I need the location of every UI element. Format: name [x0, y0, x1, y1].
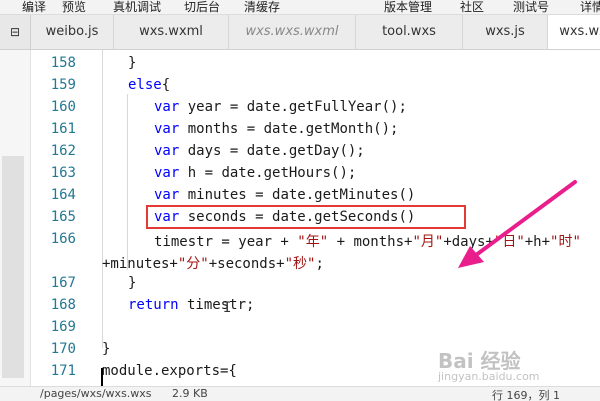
annotation-highlight-box — [146, 205, 466, 229]
toolbar-preview[interactable]: 预览 — [62, 0, 86, 14]
line-number: 171 — [50, 363, 76, 379]
tab-weibo-js[interactable]: weibo.js — [31, 15, 114, 49]
line-number: 161 — [50, 121, 76, 137]
line-number: 170 — [50, 341, 76, 357]
code-line: } — [128, 55, 137, 71]
tab-wxs-wxs-wxml[interactable]: wxs.wxs.wxml — [229, 15, 356, 49]
line-number: 159 — [50, 77, 76, 93]
code-line: } — [102, 341, 111, 357]
line-number: 166 — [50, 231, 76, 247]
mouse-ibeam-cursor-icon: I — [223, 300, 232, 316]
toolbar-version[interactable]: 版本管理 — [384, 0, 432, 14]
code-line-wrapped: +minutes+"分"+seconds+"秒"; — [102, 256, 324, 272]
line-number: 168 — [50, 297, 76, 313]
toolbar-background[interactable]: 切后台 — [184, 0, 220, 14]
code-line: else{ — [128, 77, 171, 93]
annotation-arrow-icon — [458, 180, 577, 268]
file-tree-sidebar — [0, 50, 31, 386]
code-line: var days = date.getDay(); — [154, 143, 365, 159]
top-toolbar: 编译 预览 真机调试 切后台 清缓存 版本管理 社区 测试号 详情 — [0, 0, 600, 15]
line-number: 158 — [50, 55, 76, 71]
tab-wxs-wxs-active[interactable]: wxs.wx — [548, 15, 600, 49]
status-bar: /pages/wxs/wxs.wxs 2.9 KB 行 169，列 1 — [0, 386, 600, 401]
code-line: } — [128, 275, 137, 291]
code-line: var h = date.getHours(); — [154, 165, 357, 181]
line-number: 164 — [50, 187, 76, 203]
indent-guide — [127, 94, 128, 270]
sidebar-scrollbar[interactable] — [2, 156, 24, 378]
code-line: var months = date.getMonth(); — [154, 121, 399, 137]
code-line: return timestr; — [128, 297, 255, 313]
code-editor[interactable]: 158 159 160 161 162 163 164 165 166 167 … — [30, 50, 600, 386]
line-number: 162 — [50, 143, 76, 159]
line-number: 160 — [50, 99, 76, 115]
text-caret — [101, 368, 103, 386]
tab-wxs-wxml[interactable]: wxs.wxml — [114, 15, 229, 49]
line-number: 169 — [50, 319, 76, 335]
toolbar-clear-cache[interactable]: 清缓存 — [244, 0, 280, 14]
line-number: 167 — [50, 275, 76, 291]
status-file-size: 2.9 KB — [172, 387, 208, 400]
sidebar-toggle-icon[interactable]: ⊟ — [0, 15, 31, 49]
status-cursor-position[interactable]: 行 169，列 1 — [492, 387, 560, 401]
toolbar-test-account[interactable]: 测试号 — [513, 0, 549, 14]
code-line: var year = date.getFullYear(); — [154, 99, 407, 115]
editor-tab-bar: ⊟ weibo.js wxs.wxml wxs.wxs.wxml tool.wx… — [0, 15, 600, 50]
code-line: module.exports={ — [102, 363, 237, 379]
indent-guide — [102, 50, 103, 348]
toolbar-compile[interactable]: 编译 — [22, 0, 46, 14]
code-line: var minutes = date.getMinutes() — [154, 187, 416, 203]
toolbar-device-debug[interactable]: 真机调试 — [113, 0, 161, 14]
tab-tool-wxs[interactable]: tool.wxs — [356, 15, 463, 49]
tab-wxs-js[interactable]: wxs.js — [463, 15, 548, 49]
baidu-watermark-logo: Bai 经验 jingyan.baidu.com — [438, 349, 540, 383]
toolbar-community[interactable]: 社区 — [460, 0, 484, 14]
line-number: 163 — [50, 165, 76, 181]
toolbar-details[interactable]: 详情 — [580, 0, 600, 14]
line-number: 165 — [50, 209, 76, 225]
status-file-path: /pages/wxs/wxs.wxs — [40, 387, 152, 400]
